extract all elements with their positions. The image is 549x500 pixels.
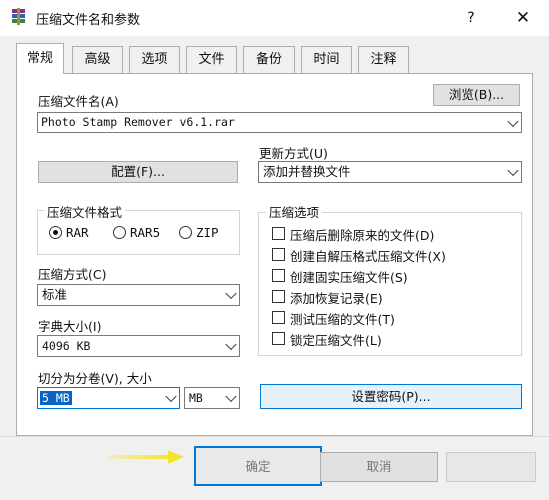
- update-mode-label: 更新方式(U): [259, 146, 328, 161]
- help-button[interactable]: ?: [456, 7, 486, 29]
- archive-name-label: 压缩文件名(A): [38, 94, 119, 109]
- browse-button[interactable]: 浏览(B)...: [433, 84, 520, 106]
- format-rar5-radio[interactable]: [113, 226, 126, 239]
- dictionary-size-label: 字典大小(I): [38, 319, 102, 334]
- tab-options[interactable]: 选项: [129, 46, 180, 73]
- create-solid-label: 创建固实压缩文件(S): [290, 270, 408, 285]
- update-mode-value: 添加并替换文件: [263, 164, 351, 179]
- title-bar: 压缩文件名和参数 ? ✕: [0, 0, 549, 36]
- split-unit-select[interactable]: MB: [184, 387, 240, 409]
- arrow-pointer-icon: [108, 449, 184, 465]
- window-title: 压缩文件名和参数: [36, 13, 141, 28]
- tab-general[interactable]: 常规: [16, 43, 64, 74]
- dictionary-size-value: 4096 KB: [42, 339, 91, 353]
- split-volumes-label: 切分为分卷(V), 大小: [38, 371, 152, 386]
- ok-button[interactable]: 确定: [194, 446, 322, 486]
- compression-method-select[interactable]: 标准: [37, 284, 240, 306]
- tab-files[interactable]: 文件: [186, 46, 237, 73]
- tab-advanced[interactable]: 高级: [72, 46, 123, 73]
- chevron-down-icon[interactable]: [225, 287, 237, 300]
- chevron-down-icon[interactable]: [165, 390, 177, 403]
- split-unit-value: MB: [189, 391, 203, 405]
- set-password-button[interactable]: 设置密码(P)...: [260, 384, 522, 409]
- format-zip-radio[interactable]: [179, 226, 192, 239]
- test-archive-label: 测试压缩的文件(T): [290, 312, 395, 327]
- recovery-record-checkbox[interactable]: [272, 290, 285, 303]
- compression-options-legend: 压缩选项: [266, 202, 323, 221]
- archive-name-value: Photo Stamp Remover v6.1.rar: [41, 115, 235, 129]
- chevron-down-icon[interactable]: [507, 164, 519, 177]
- create-sfx-checkbox[interactable]: [272, 248, 285, 261]
- format-rar5-label: RAR5: [130, 225, 161, 240]
- close-button[interactable]: ✕: [508, 6, 538, 30]
- delete-after-checkbox[interactable]: [272, 227, 285, 240]
- format-rar-radio[interactable]: [49, 226, 62, 239]
- create-solid-checkbox[interactable]: [272, 269, 285, 282]
- chevron-down-icon[interactable]: [507, 115, 519, 127]
- tab-comment[interactable]: 注释: [358, 46, 409, 73]
- archive-format-legend: 压缩文件格式: [44, 202, 126, 221]
- lock-archive-label: 锁定压缩文件(L): [290, 333, 382, 348]
- create-sfx-label: 创建自解压格式压缩文件(X): [290, 249, 446, 264]
- footer-divider: [0, 436, 549, 437]
- archive-name-combobox[interactable]: Photo Stamp Remover v6.1.rar: [37, 112, 522, 133]
- format-zip-label: ZIP: [196, 225, 219, 240]
- tab-backup[interactable]: 备份: [243, 46, 295, 73]
- compression-method-value: 标准: [42, 287, 68, 302]
- help-footer-button[interactable]: [446, 452, 536, 482]
- test-archive-checkbox[interactable]: [272, 311, 285, 324]
- lock-archive-checkbox[interactable]: [272, 332, 285, 345]
- profiles-button[interactable]: 配置(F)...: [38, 161, 238, 183]
- chevron-down-icon[interactable]: [225, 390, 237, 403]
- tab-time[interactable]: 时间: [301, 46, 352, 73]
- winrar-app-icon: [10, 8, 28, 26]
- dictionary-size-select[interactable]: 4096 KB: [37, 335, 240, 357]
- delete-after-label: 压缩后删除原来的文件(D): [290, 228, 435, 243]
- compression-method-label: 压缩方式(C): [38, 267, 107, 282]
- format-rar-label: RAR: [66, 225, 89, 240]
- chevron-down-icon[interactable]: [225, 338, 237, 351]
- recovery-record-label: 添加恢复记录(E): [290, 291, 383, 306]
- update-mode-select[interactable]: 添加并替换文件: [258, 161, 522, 183]
- split-size-combobox[interactable]: 5 MB: [37, 387, 180, 409]
- cancel-button[interactable]: 取消: [320, 452, 438, 482]
- split-size-value: 5 MB: [40, 391, 72, 405]
